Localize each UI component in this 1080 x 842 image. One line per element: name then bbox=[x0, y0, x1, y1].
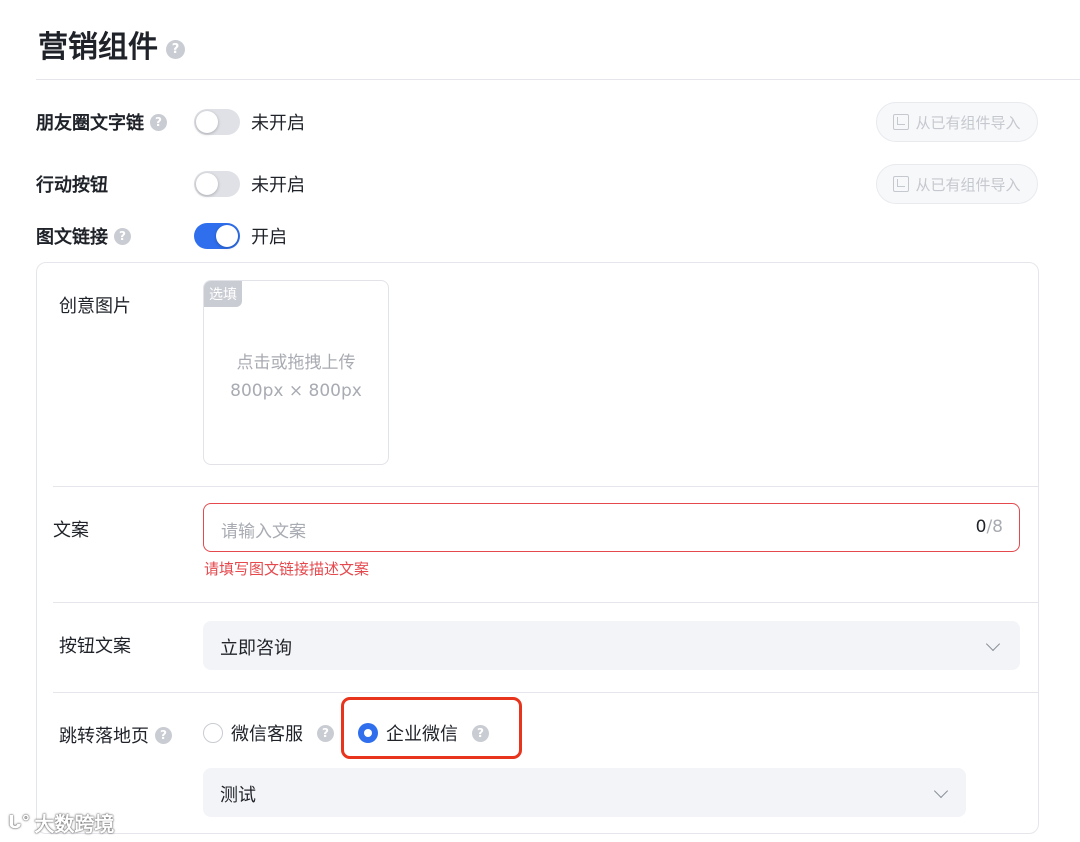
toggle-knob bbox=[216, 225, 238, 247]
landing-page-label: 跳转落地页 ? bbox=[59, 722, 172, 748]
toggle-status-text: 未开启 bbox=[251, 175, 305, 196]
section-divider bbox=[53, 486, 1039, 487]
button-copy-select[interactable]: 立即咨询 bbox=[203, 621, 1020, 670]
header-divider bbox=[36, 79, 1080, 80]
page-title-text: 营销组件 bbox=[38, 30, 158, 65]
import-button-label: 从已有组件导入 bbox=[915, 175, 1021, 194]
copy-label: 文案 bbox=[53, 520, 89, 541]
highlight-box bbox=[341, 697, 522, 759]
import-icon bbox=[893, 176, 910, 192]
copy-error-message: 请填写图文链接描述文案 bbox=[204, 560, 370, 578]
help-icon[interactable]: ? bbox=[317, 724, 334, 742]
import-button-label: 从已有组件导入 bbox=[915, 113, 1021, 132]
char-count-max: /8 bbox=[986, 517, 1003, 537]
help-icon[interactable]: ? bbox=[150, 113, 167, 131]
moments-link-toggle[interactable] bbox=[194, 109, 240, 135]
copy-input[interactable]: 请输入文案 0/8 bbox=[203, 503, 1020, 552]
section-divider bbox=[53, 602, 1039, 603]
section-divider bbox=[53, 692, 1039, 693]
chevron-down-icon bbox=[933, 783, 949, 799]
upload-hint-text: 点击或拖拽上传 bbox=[236, 353, 356, 373]
help-icon[interactable]: ? bbox=[166, 40, 185, 59]
watermark-logo-icon: ᒐ° bbox=[8, 812, 31, 833]
setting-label: 行动按钮 bbox=[36, 171, 108, 197]
button-copy-value: 立即咨询 bbox=[220, 638, 292, 659]
import-existing-button[interactable]: 从已有组件导入 bbox=[876, 164, 1038, 204]
setting-row-action-button: 行动按钮 未开启 bbox=[36, 169, 305, 199]
watermark-text: 大数跨境 bbox=[34, 812, 115, 836]
image-upload-area[interactable]: 选填 点击或拖拽上传 800px × 800px bbox=[203, 280, 389, 465]
help-icon[interactable]: ? bbox=[114, 227, 131, 245]
toggle-status-text: 开启 bbox=[251, 227, 287, 248]
creative-image-label: 创意图片 bbox=[59, 296, 131, 317]
image-text-link-label: 图文链接 bbox=[36, 227, 108, 248]
action-button-toggle[interactable] bbox=[194, 171, 240, 197]
setting-row-image-text-link: 图文链接 ? 开启 bbox=[36, 221, 287, 251]
action-button-label: 行动按钮 bbox=[36, 175, 108, 196]
toggle-knob bbox=[196, 111, 218, 133]
upload-hint: 点击或拖拽上传 800px × 800px bbox=[204, 349, 388, 405]
toggle-knob bbox=[196, 173, 218, 195]
page-title: 营销组件? bbox=[38, 22, 185, 66]
watermark: ᒐ° 大数跨境 bbox=[8, 808, 114, 837]
char-count-current: 0 bbox=[975, 517, 987, 537]
copy-input-placeholder: 请输入文案 bbox=[221, 522, 306, 542]
landing-page-select-value: 测试 bbox=[220, 785, 256, 806]
setting-row-moments-link: 朋友圈文字链 ? 未开启 bbox=[36, 107, 305, 137]
import-existing-button[interactable]: 从已有组件导入 bbox=[876, 102, 1038, 142]
landing-page-label-text: 跳转落地页 bbox=[59, 726, 149, 747]
toggle-status-text: 未开启 bbox=[251, 113, 305, 134]
moments-link-label: 朋友圈文字链 bbox=[36, 113, 144, 134]
radio-wechat-service[interactable] bbox=[203, 723, 223, 743]
import-icon bbox=[893, 114, 910, 130]
setting-label: 图文链接 ? bbox=[36, 223, 131, 249]
radio-label-wechat-service[interactable]: 微信客服 bbox=[231, 720, 303, 746]
chevron-down-icon bbox=[985, 636, 1001, 652]
image-text-link-toggle[interactable] bbox=[194, 223, 240, 249]
optional-tag: 选填 bbox=[204, 281, 242, 307]
upload-size-text: 800px × 800px bbox=[230, 381, 362, 401]
button-copy-label: 按钮文案 bbox=[59, 636, 131, 657]
help-icon[interactable]: ? bbox=[155, 726, 172, 744]
char-counter: 0/8 bbox=[976, 517, 1003, 537]
landing-page-select[interactable]: 测试 bbox=[203, 768, 966, 817]
setting-label: 朋友圈文字链 ? bbox=[36, 109, 167, 135]
